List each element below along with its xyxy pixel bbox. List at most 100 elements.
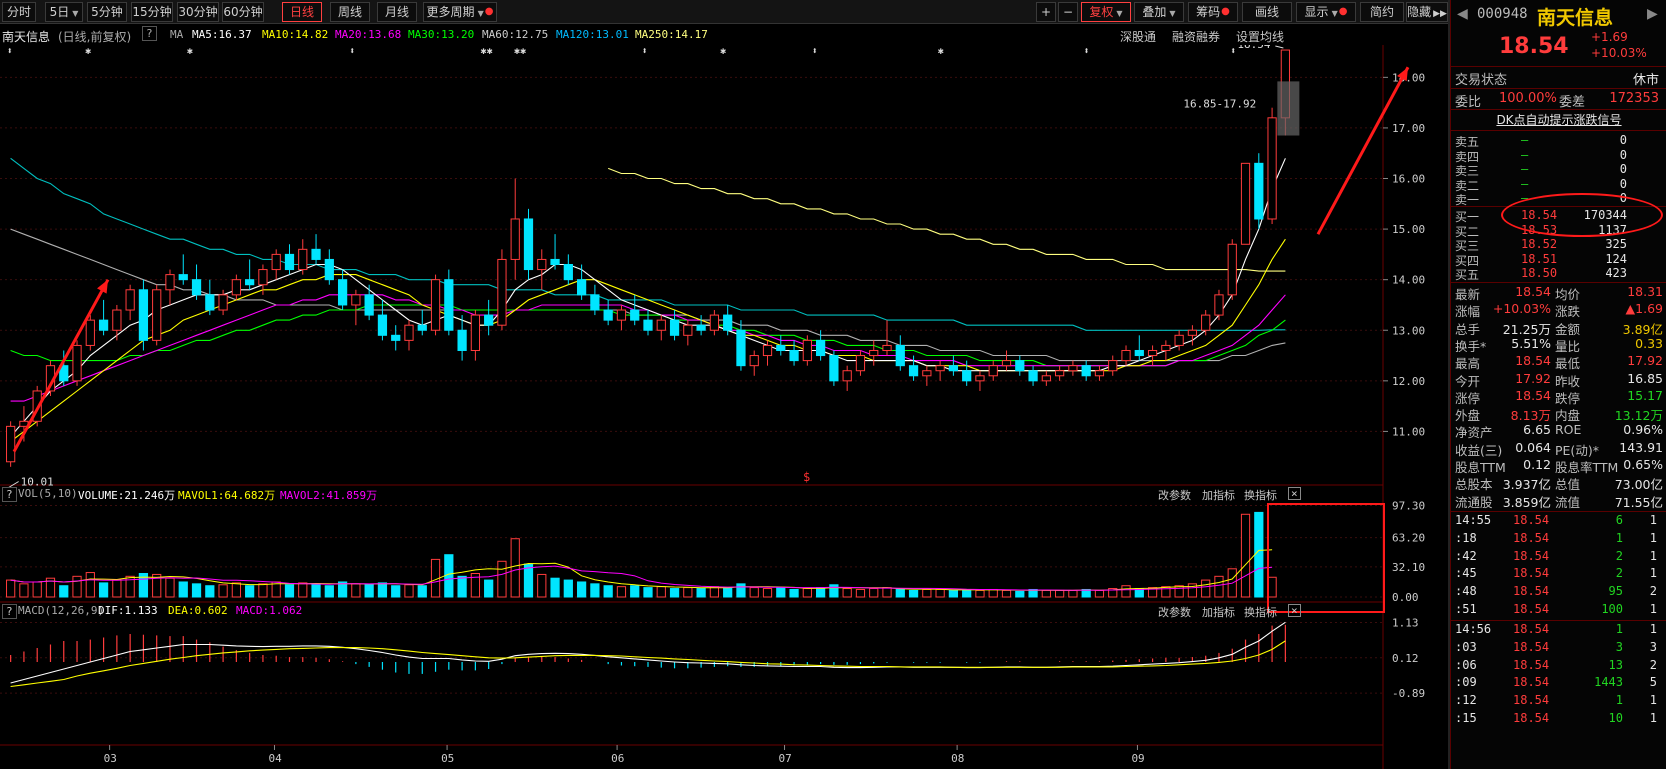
- bid-row[interactable]: 买三 18.52 325: [1455, 237, 1663, 253]
- stats-row: 最高 18.54 最低 17.92: [1455, 353, 1663, 371]
- macd-add-indicator-link[interactable]: 加指标: [1202, 604, 1235, 620]
- hide-button[interactable]: 隐藏 ▶▶: [1406, 2, 1448, 22]
- candle-body: [762, 344, 773, 357]
- tick-count: 1: [1649, 513, 1657, 527]
- tick-list-2: 14:56 18.54 1 1:03 18.54 3 3:06 18.54 13 2:09 18.5…: [1451, 622, 1666, 730]
- adjust-button[interactable]: 复权 ▼: [1081, 2, 1131, 22]
- period-15min[interactable]: 15分钟: [131, 2, 173, 22]
- candle-body: [470, 314, 480, 351]
- margin-trading-link[interactable]: 融资融券: [1172, 28, 1220, 45]
- ask-volume: 0: [1619, 133, 1627, 147]
- candle-body: [1001, 360, 1012, 367]
- period-more[interactable]: 更多周期 ▼●: [423, 2, 497, 22]
- candle-body: [484, 314, 494, 326]
- period-monthly[interactable]: 月线: [377, 2, 417, 22]
- period-more-label: 更多周期: [426, 5, 475, 19]
- zoom-out-button[interactable]: −: [1058, 2, 1078, 22]
- volume-tick-label: 63.20: [1392, 532, 1425, 545]
- x-tick-label: 06: [611, 752, 624, 765]
- period-weekly[interactable]: 周线: [330, 2, 370, 22]
- candle-body: [430, 279, 441, 331]
- tick-price: 18.54: [1513, 693, 1550, 708]
- ask-row[interactable]: 卖四 —0: [1455, 148, 1663, 164]
- macd-close-icon[interactable]: ×: [1288, 604, 1301, 617]
- candle-body: [112, 309, 122, 331]
- overlay-button[interactable]: 叠加 ▼: [1134, 2, 1184, 22]
- period-30min[interactable]: 30分钟: [177, 2, 219, 22]
- vol-close-icon[interactable]: ×: [1288, 487, 1301, 500]
- event-marker: ✱: [720, 46, 726, 57]
- divider: [1451, 130, 1666, 131]
- vol-add-indicator-link[interactable]: 加指标: [1202, 487, 1235, 503]
- ma-help-button[interactable]: ?: [142, 26, 157, 41]
- candle-body: [683, 324, 693, 336]
- volume-bar: [882, 587, 892, 598]
- price-tick-label: 13.00: [1392, 324, 1425, 337]
- chevron-down-icon: ▼: [1169, 9, 1176, 18]
- tick-row: :03 18.54 3 3: [1455, 640, 1663, 657]
- bid-volume: 124: [1605, 251, 1627, 266]
- macd-help-button[interactable]: ?: [2, 604, 17, 619]
- ask-row[interactable]: 卖五 —0: [1455, 133, 1663, 149]
- candle-body: [1028, 370, 1038, 382]
- price-tick-label: 14.00: [1392, 274, 1425, 287]
- tick-count: 1: [1649, 602, 1657, 616]
- ask-row[interactable]: 卖二 —0: [1455, 177, 1663, 193]
- event-marker: ⬍: [642, 46, 648, 57]
- period-60min[interactable]: 60分钟: [222, 2, 264, 22]
- chips-button[interactable]: 筹码●: [1188, 2, 1238, 22]
- zoom-in-button[interactable]: +: [1036, 2, 1056, 22]
- vol-edit-params-link[interactable]: 改参数: [1158, 487, 1191, 503]
- ask-row[interactable]: 卖三 —0: [1455, 162, 1663, 178]
- macd-switch-indicator-link[interactable]: 换指标: [1244, 604, 1277, 620]
- tick-row: :09 18.54 1443 5: [1455, 675, 1663, 692]
- stock-code: 000948: [1477, 6, 1528, 22]
- candle-body: [603, 309, 613, 321]
- period-toolbar: 分时 5日 ▼ 5分钟 15分钟 30分钟 60分钟 日线 周线 月线 更多周期 ▼…: [0, 0, 1448, 24]
- volume-bar: [72, 575, 82, 598]
- weibi-value: 100.00%: [1499, 91, 1557, 106]
- event-marker: ⬍: [1230, 46, 1236, 57]
- stat-value: 17.92: [1515, 370, 1551, 386]
- stat-value: 18.54: [1515, 284, 1551, 299]
- candle-body: [922, 370, 932, 377]
- volume-bar: [1267, 576, 1277, 598]
- period-intraday[interactable]: 分时: [2, 2, 36, 22]
- macd-tick-label: -0.89: [1392, 687, 1425, 700]
- kline-chart[interactable]: 18.00 17.00 16.00 15.00 14.00 13.00 12.00 11.00…: [0, 45, 1448, 769]
- stat-value: 0.064: [1515, 439, 1551, 455]
- vol-help-button[interactable]: ?: [2, 487, 17, 502]
- prev-stock-icon[interactable]: ◀: [1457, 6, 1468, 22]
- volume-bar: [377, 582, 388, 598]
- draw-button[interactable]: 画线: [1242, 2, 1292, 22]
- period-5day[interactable]: 5日 ▼: [45, 2, 83, 22]
- dif-line: [10, 621, 1286, 684]
- tick-time: 14:56: [1455, 622, 1492, 636]
- volume-bar: [776, 587, 786, 598]
- gap-annotation: 16.85-17.92: [1183, 98, 1256, 111]
- candle-body: [258, 269, 268, 286]
- panel-splitter[interactable]: [1448, 0, 1450, 769]
- macd-edit-params-link[interactable]: 改参数: [1158, 604, 1191, 620]
- display-button[interactable]: 显示 ▼●: [1296, 2, 1356, 22]
- x-tick-label: 03: [104, 752, 117, 765]
- candle-body: [231, 279, 241, 296]
- dk-signal-link[interactable]: DK点自动提示涨跌信号: [1451, 111, 1666, 128]
- shenguotong-link[interactable]: 深股通: [1120, 28, 1156, 45]
- candle-body: [457, 329, 467, 351]
- bid-row[interactable]: 买四 18.51 124: [1455, 251, 1663, 268]
- period-daily[interactable]: 日线: [282, 2, 322, 22]
- candle-body: [882, 344, 892, 351]
- next-stock-icon[interactable]: ▶: [1647, 6, 1658, 22]
- ma-settings-link[interactable]: 设置均线: [1236, 28, 1284, 45]
- tick-row: 14:56 18.54 1 1: [1455, 622, 1663, 639]
- mavol1-value: MAVOL1:64.682万: [178, 489, 276, 502]
- bid-row[interactable]: 买五 18.50 423: [1455, 266, 1663, 282]
- event-marker: ✱: [85, 46, 91, 57]
- simple-button[interactable]: 简约: [1360, 2, 1404, 22]
- tick-volume: 1: [1615, 530, 1623, 545]
- period-5min[interactable]: 5分钟: [87, 2, 127, 22]
- stat-value: +10.03%: [1492, 301, 1551, 317]
- volume-bar: [391, 585, 401, 598]
- vol-switch-indicator-link[interactable]: 换指标: [1244, 487, 1277, 503]
